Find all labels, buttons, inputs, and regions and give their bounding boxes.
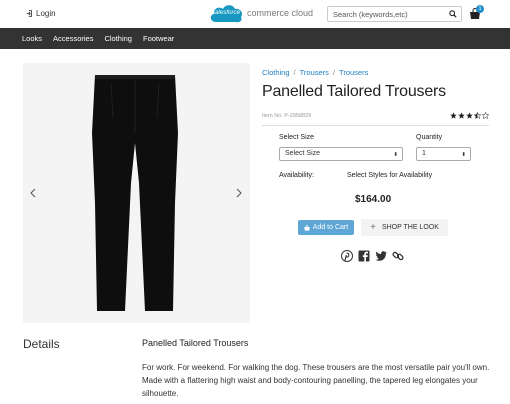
size-select[interactable]: Select Size ⬍ [279, 147, 403, 161]
star-empty-icon [482, 112, 489, 119]
availability-label: Availability: [279, 172, 314, 179]
facebook-icon[interactable] [358, 250, 370, 262]
salesforce-cloud-logo: salesforce [208, 2, 244, 24]
search-icon[interactable] [449, 10, 457, 18]
nav-item-looks[interactable]: Looks [22, 34, 42, 43]
product-image [92, 75, 178, 311]
header: Login salesforce commerce cloud 1 [0, 0, 510, 28]
select-caret-icon: ⬍ [461, 152, 466, 158]
quantity-select[interactable]: 1 ⬍ [416, 147, 471, 161]
twitter-icon[interactable] [375, 250, 387, 262]
rating-stars [450, 112, 489, 119]
add-to-cart-button[interactable]: Add to Cart [298, 220, 354, 235]
divider [262, 125, 489, 126]
product-price: $164.00 [355, 194, 392, 205]
star-half-icon [474, 112, 481, 119]
search-box [327, 6, 462, 22]
star-full-icon [450, 112, 457, 119]
quantity-select-value: 1 [422, 150, 426, 157]
logo-cloud-text: salesforce [211, 9, 241, 16]
breadcrumb-link[interactable]: Clothing [262, 68, 290, 77]
login-link[interactable]: Login [26, 9, 56, 18]
product-title: Panelled Tailored Trousers [262, 83, 446, 100]
availability-value: Select Styles for Availability [347, 172, 433, 179]
breadcrumb-separator: / [293, 68, 296, 77]
description-body: For work. For weekend. For walking the d… [142, 363, 490, 398]
chevron-left-icon[interactable] [29, 188, 37, 198]
main-nav: Looks Accessories Clothing Footwear [0, 28, 510, 49]
breadcrumb-separator: / [332, 68, 336, 77]
star-full-icon [458, 112, 465, 119]
login-icon [26, 10, 33, 17]
description-title: Panelled Tailored Trousers [142, 338, 249, 348]
plus-icon: + [370, 221, 376, 233]
breadcrumb-link[interactable]: Trousers [339, 68, 368, 77]
item-number: Item No. P-2958829 [262, 113, 312, 119]
cart-count-badge: 1 [476, 5, 484, 13]
cart-icon [304, 224, 310, 231]
breadcrumb-link[interactable]: Trousers [300, 68, 329, 77]
size-select-value: Select Size [285, 150, 321, 157]
search-input[interactable] [333, 9, 451, 19]
logo-text: commerce cloud [247, 8, 314, 18]
details-heading: Details [23, 337, 60, 351]
quantity-label: Quantity [416, 134, 443, 141]
nav-item-clothing[interactable]: Clothing [104, 34, 132, 43]
select-caret-icon: ⬍ [393, 152, 398, 158]
pinterest-icon[interactable] [341, 250, 353, 262]
logo[interactable]: salesforce commerce cloud [208, 2, 313, 24]
add-to-cart-label: Add to Cart [312, 224, 349, 231]
star-full-icon [466, 112, 473, 119]
nav-item-footwear[interactable]: Footwear [143, 34, 174, 43]
breadcrumb: Clothing / Trousers / Trousers [262, 68, 368, 77]
shop-the-look-label: SHOP THE LOOK [381, 224, 439, 231]
link-icon[interactable] [392, 250, 404, 262]
social-share [341, 250, 404, 262]
chevron-right-icon[interactable] [235, 188, 243, 198]
size-label: Select Size [279, 134, 315, 141]
product-image-gallery [23, 63, 250, 323]
nav-item-accessories[interactable]: Accessories [53, 34, 93, 43]
shop-the-look-button[interactable]: + SHOP THE LOOK [361, 219, 448, 236]
login-label: Login [36, 9, 56, 18]
